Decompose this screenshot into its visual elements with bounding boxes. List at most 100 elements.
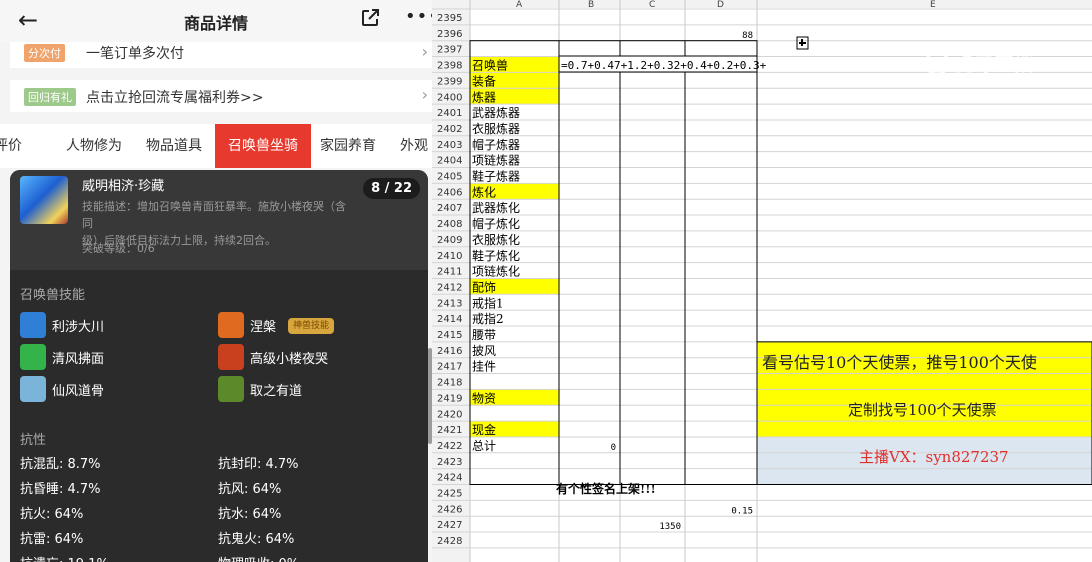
- skill-card[interactable]: 威明相济·珍藏 8 / 22 技能描述：增加召唤兽青面狂暴率。施放小楼夜哭（含同…: [10, 170, 428, 270]
- row-number[interactable]: 2400: [437, 92, 462, 103]
- row-number[interactable]: 2407: [437, 203, 462, 214]
- row-number[interactable]: 2424: [437, 473, 462, 484]
- custom-search-banner: 定制找号100个天使票: [848, 401, 997, 419]
- signature-text: 有个性签名上架!!!: [556, 481, 656, 496]
- row-number[interactable]: 2420: [437, 409, 462, 420]
- row-number[interactable]: 2402: [437, 124, 462, 135]
- tab-reviews[interactable]: 评价: [0, 124, 22, 168]
- appraisal-banner: 看号估号10个天使票，推号100个天使: [762, 353, 1037, 372]
- tab-character[interactable]: 人物修为: [66, 124, 122, 168]
- cell-a-2399[interactable]: 装备: [472, 74, 496, 88]
- row-number[interactable]: 2412: [437, 282, 462, 293]
- cell-a-2403[interactable]: 帽子炼器: [472, 137, 520, 152]
- cell-a-2406[interactable]: 炼化: [472, 184, 496, 199]
- cell-c-2427[interactable]: 1350: [659, 522, 681, 532]
- cell-a-2419[interactable]: 物资: [472, 391, 496, 405]
- cell-a-2421[interactable]: 现金: [472, 422, 496, 437]
- cell-a-2422[interactable]: 总计: [472, 439, 496, 453]
- skill-name: 清风拂面: [52, 352, 105, 367]
- cell-a-2413[interactable]: 戒指1: [472, 295, 504, 310]
- row-number[interactable]: 2425: [437, 489, 462, 500]
- row-number[interactable]: 2398: [437, 61, 462, 72]
- card-description-line: 技能描述：增加召唤兽青面狂暴率。施放小楼夜哭（含同: [82, 200, 346, 230]
- row-number[interactable]: 2423: [437, 457, 462, 468]
- cell-a-2408[interactable]: 帽子炼化: [472, 216, 520, 231]
- row-number[interactable]: 2419: [437, 393, 462, 404]
- cell-a-2398[interactable]: 召唤兽: [472, 59, 508, 73]
- cell-a-2404[interactable]: 项链炼器: [472, 153, 520, 168]
- row-number[interactable]: 2401: [437, 108, 462, 119]
- row-number[interactable]: 2411: [437, 267, 462, 278]
- row-number[interactable]: 2396: [437, 29, 462, 40]
- cell-b-2422[interactable]: 0: [611, 443, 616, 453]
- resist-value: 抗混乱: 8.7%: [20, 457, 101, 472]
- watermark-text: 虎牙直播: [954, 52, 1034, 76]
- app-header: ← 商品详情 •••: [0, 0, 432, 42]
- cell-a-2412[interactable]: 配饰: [472, 280, 496, 294]
- tab-appearance[interactable]: 外观: [400, 124, 428, 168]
- row-number[interactable]: 2406: [437, 187, 462, 198]
- return-gift-text: 点击立抢回流专属福利券>>: [86, 90, 264, 106]
- cell-a-2409[interactable]: 衣服炼化: [472, 232, 520, 247]
- row-number[interactable]: 2426: [437, 504, 462, 515]
- row-number[interactable]: 2416: [437, 346, 462, 357]
- immortal-skill-icon: [20, 376, 46, 402]
- formula-text[interactable]: =0.7+0.47+1.2+0.32+0.4+0.2+0.3+: [561, 59, 767, 72]
- spreadsheet-grid: A B C D E 2395 2396 2397 2398 2399 2400 2401 24…: [432, 0, 1092, 562]
- share-icon[interactable]: [358, 6, 382, 30]
- column-header[interactable]: C: [649, 0, 655, 10]
- row-number[interactable]: 2422: [437, 441, 462, 452]
- spreadsheet: A B C D E 2395 2396 2397 2398 2399 2400 2401 24…: [432, 0, 1092, 562]
- row-number[interactable]: 2417: [437, 362, 462, 373]
- row-number[interactable]: 2409: [437, 235, 462, 246]
- row-number[interactable]: 2408: [437, 219, 462, 230]
- cell-a-2405[interactable]: 鞋子炼器: [472, 169, 520, 184]
- row-number[interactable]: 2399: [437, 76, 462, 87]
- row-number[interactable]: 2397: [437, 45, 462, 56]
- cell-a-2402[interactable]: 衣服炼器: [472, 121, 520, 136]
- tab-summon-mount[interactable]: 召唤兽坐骑: [215, 124, 311, 168]
- cell-a-2400[interactable]: 炼器: [472, 89, 496, 104]
- chevron-right-icon: ›: [421, 42, 428, 61]
- column-header[interactable]: A: [516, 0, 523, 10]
- row-number[interactable]: 2410: [437, 251, 462, 262]
- column-header[interactable]: E: [930, 0, 936, 10]
- return-gift-promo[interactable]: 回归有礼 点击立抢回流专属福利券>> ›: [10, 80, 432, 112]
- card-title: 威明相济·珍藏: [82, 179, 165, 194]
- row-number[interactable]: 2414: [437, 314, 462, 325]
- tab-items[interactable]: 物品道具: [146, 124, 202, 168]
- cell-d-2426[interactable]: 0.15: [731, 506, 753, 516]
- row-number[interactable]: 2418: [437, 378, 462, 389]
- row-number[interactable]: 2405: [437, 172, 462, 183]
- cell-a-2407[interactable]: 武器炼化: [472, 200, 520, 215]
- cell-a-2417[interactable]: 挂件: [472, 360, 496, 374]
- row-number[interactable]: 2404: [437, 156, 462, 167]
- resist-value: 抗鬼火: 64%: [218, 532, 295, 547]
- row-number[interactable]: 2395: [437, 13, 462, 24]
- skill-name: 涅槃: [250, 320, 277, 335]
- more-options-icon[interactable]: •••: [405, 6, 432, 27]
- row-number[interactable]: 2413: [437, 298, 462, 309]
- cell-a-2414[interactable]: 戒指2: [472, 311, 504, 326]
- category-tabs: 评价 人物修为 物品道具 召唤兽坐骑 家园养育 外观: [0, 124, 432, 168]
- row-number[interactable]: 2421: [437, 425, 462, 436]
- resist-value: 抗水: 64%: [218, 507, 282, 522]
- cell-a-2410[interactable]: 鞋子炼化: [472, 248, 520, 263]
- row-number[interactable]: 2428: [437, 536, 462, 547]
- watermark-logo: 虎牙直播: [924, 50, 1034, 76]
- row-number[interactable]: 2427: [437, 520, 462, 531]
- water-skill-icon: [20, 312, 46, 338]
- cell-a-2411[interactable]: 项链炼化: [472, 264, 520, 279]
- row-number[interactable]: 2403: [437, 140, 462, 151]
- cell-d-2396[interactable]: 88: [742, 31, 753, 41]
- column-header[interactable]: D: [717, 0, 724, 10]
- cell-a-2401[interactable]: 武器炼器: [472, 105, 520, 120]
- row-number[interactable]: 2415: [437, 330, 462, 341]
- mobile-app-panel: ← 商品详情 ••• 分次付 一笔订单多次付 › 回归有礼 点击立抢回流专属福利…: [0, 0, 432, 562]
- tab-home[interactable]: 家园养育: [320, 124, 376, 168]
- installment-promo[interactable]: 分次付 一笔订单多次付 ›: [10, 42, 432, 68]
- column-header[interactable]: B: [588, 0, 594, 10]
- cell-a-2416[interactable]: 披风: [472, 344, 496, 358]
- wind-skill-icon: [20, 344, 46, 370]
- cell-a-2415[interactable]: 腰带: [472, 328, 496, 342]
